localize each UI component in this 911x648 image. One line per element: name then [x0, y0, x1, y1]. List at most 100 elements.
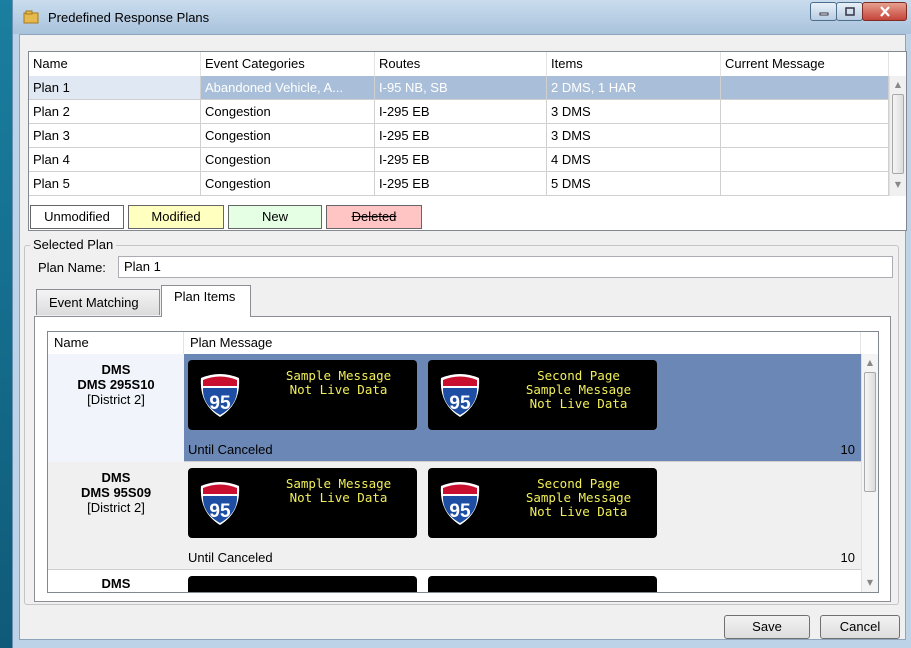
column-header-plan-message[interactable]: Plan Message: [184, 332, 861, 354]
tab-plan-items[interactable]: Plan Items: [161, 285, 251, 317]
plan-item-name: DMS DMS 295S10 [District 2]: [48, 354, 184, 462]
window-client-area: Name Event Categories Routes Items Curre…: [19, 34, 907, 640]
scroll-up-icon[interactable]: ▲: [862, 354, 878, 371]
cell-message: [721, 172, 889, 195]
cell-name: Plan 2: [29, 100, 201, 123]
plan-item-message: 95 Sample Message Not Live Data 95 Secon…: [184, 354, 861, 461]
cell-routes: I-295 EB: [375, 100, 547, 123]
dms-sign-page-1: 95 Sample Message Not Live Data: [188, 468, 417, 538]
minimize-icon[interactable]: [810, 2, 837, 21]
cell-message: [721, 76, 889, 99]
table-row[interactable]: Plan 1 Abandoned Vehicle, A... I-95 NB, …: [29, 76, 889, 100]
plan-name-input[interactable]: Plan 1: [118, 256, 893, 278]
cell-message: [721, 124, 889, 147]
cell-name: Plan 5: [29, 172, 201, 195]
cell-routes: I-95 NB, SB: [375, 76, 547, 99]
scroll-down-icon[interactable]: ▼: [890, 176, 906, 193]
cell-categories: Abandoned Vehicle, A...: [201, 76, 375, 99]
dms-sign-page-2: [428, 576, 657, 592]
dms-sign-page-2: 95 Second Page Sample Message Not Live D…: [428, 360, 657, 430]
table-row[interactable]: Plan 4 Congestion I-295 EB 4 DMS: [29, 148, 889, 172]
message-duration: Until Canceled: [188, 550, 273, 565]
scroll-down-icon[interactable]: ▼: [862, 574, 878, 591]
plan-items-scrollbar[interactable]: ▲ ▼: [861, 354, 878, 592]
maximize-icon[interactable]: [836, 2, 863, 21]
column-header-current-message[interactable]: Current Message: [721, 52, 889, 76]
column-header-name[interactable]: Name: [29, 52, 201, 76]
plan-item-message: [184, 570, 861, 592]
plan-item-name: DMS: [48, 570, 184, 592]
dms-sign-page-1: 95 Sample Message Not Live Data: [188, 360, 417, 430]
cell-message: [721, 100, 889, 123]
sign-text: Second Page Sample Message Not Live Data: [525, 476, 632, 519]
device-name: DMS 95S09: [80, 485, 152, 500]
plan-items-grid: Name Plan Message DMS DMS 295S10 [Distri…: [47, 331, 879, 593]
cell-routes: I-295 EB: [375, 148, 547, 171]
cell-name: Plan 3: [29, 124, 201, 147]
plans-grid: Name Event Categories Routes Items Curre…: [28, 51, 907, 231]
plan-items-header: Name Plan Message: [48, 332, 861, 355]
column-header-routes[interactable]: Routes: [375, 52, 547, 76]
plans-window: Predefined Response Plans Name Event Cat…: [12, 0, 911, 648]
cancel-button[interactable]: Cancel: [820, 615, 900, 639]
save-button[interactable]: Save: [724, 615, 810, 639]
plans-grid-header: Name Event Categories Routes Items Curre…: [29, 52, 889, 77]
message-priority: 10: [840, 442, 855, 457]
device-district: [District 2]: [87, 392, 145, 407]
device-type: DMS: [101, 362, 131, 377]
plan-item-name: DMS DMS 95S09 [District 2]: [48, 462, 184, 570]
interstate-shield-icon: 95: [200, 482, 240, 525]
plan-item-row[interactable]: DMS DMS 95S09 [District 2] 95 Sample Mes…: [48, 462, 861, 570]
window-title: Predefined Response Plans: [48, 10, 210, 25]
device-name: DMS 295S10: [77, 377, 155, 392]
message-duration: Until Canceled: [188, 442, 273, 457]
cell-items: 2 DMS, 1 HAR: [547, 76, 721, 99]
cell-items: 4 DMS: [547, 148, 721, 171]
legend-modified: Modified: [128, 205, 224, 229]
table-row[interactable]: Plan 5 Congestion I-295 EB 5 DMS: [29, 172, 889, 196]
cell-items: 5 DMS: [547, 172, 721, 195]
plan-items-panel: Name Plan Message DMS DMS 295S10 [Distri…: [34, 316, 891, 602]
cell-categories: Congestion: [201, 148, 375, 171]
scroll-thumb[interactable]: [864, 372, 876, 492]
plans-grid-scrollbar[interactable]: ▲ ▼: [889, 76, 906, 196]
close-icon[interactable]: [862, 2, 907, 21]
sign-text: Second Page Sample Message Not Live Data: [525, 368, 632, 411]
shield-number: 95: [209, 501, 231, 522]
interstate-shield-icon: 95: [200, 374, 240, 417]
shield-number: 95: [449, 501, 471, 522]
selected-plan-title: Selected Plan: [30, 237, 117, 252]
tab-event-matching[interactable]: Event Matching: [36, 289, 160, 315]
cell-categories: Congestion: [201, 100, 375, 123]
desktop-background: [0, 0, 12, 648]
device-district: [District 2]: [87, 500, 145, 515]
shield-number: 95: [209, 393, 231, 414]
sign-text: Sample Message Not Live Data: [285, 368, 392, 397]
dms-sign-page-1: [188, 576, 417, 592]
plan-name-label: Plan Name:: [38, 260, 106, 275]
table-row[interactable]: Plan 3 Congestion I-295 EB 3 DMS: [29, 124, 889, 148]
device-type: DMS: [101, 576, 131, 591]
legend-deleted: Deleted: [326, 205, 422, 229]
cell-items: 3 DMS: [547, 124, 721, 147]
cell-name: Plan 1: [29, 76, 201, 99]
scroll-up-icon[interactable]: ▲: [890, 76, 906, 93]
window-controls: [810, 2, 907, 21]
plan-item-row[interactable]: DMS: [48, 570, 861, 592]
cell-name: Plan 4: [29, 148, 201, 171]
column-header-event-categories[interactable]: Event Categories: [201, 52, 375, 76]
plan-item-message: 95 Sample Message Not Live Data 95 Secon…: [184, 462, 861, 569]
cell-routes: I-295 EB: [375, 172, 547, 195]
interstate-shield-icon: 95: [440, 482, 480, 525]
message-priority: 10: [840, 550, 855, 565]
scroll-thumb[interactable]: [892, 94, 904, 174]
table-row[interactable]: Plan 2 Congestion I-295 EB 3 DMS: [29, 100, 889, 124]
dms-sign-page-2: 95 Second Page Sample Message Not Live D…: [428, 468, 657, 538]
plan-item-row[interactable]: DMS DMS 295S10 [District 2] 95 Sample Me…: [48, 354, 861, 462]
column-header-item-name[interactable]: Name: [48, 332, 184, 354]
title-bar[interactable]: Predefined Response Plans: [13, 0, 911, 34]
cell-categories: Congestion: [201, 172, 375, 195]
app-icon: [23, 10, 39, 24]
column-header-items[interactable]: Items: [547, 52, 721, 76]
device-type: DMS: [101, 470, 131, 485]
